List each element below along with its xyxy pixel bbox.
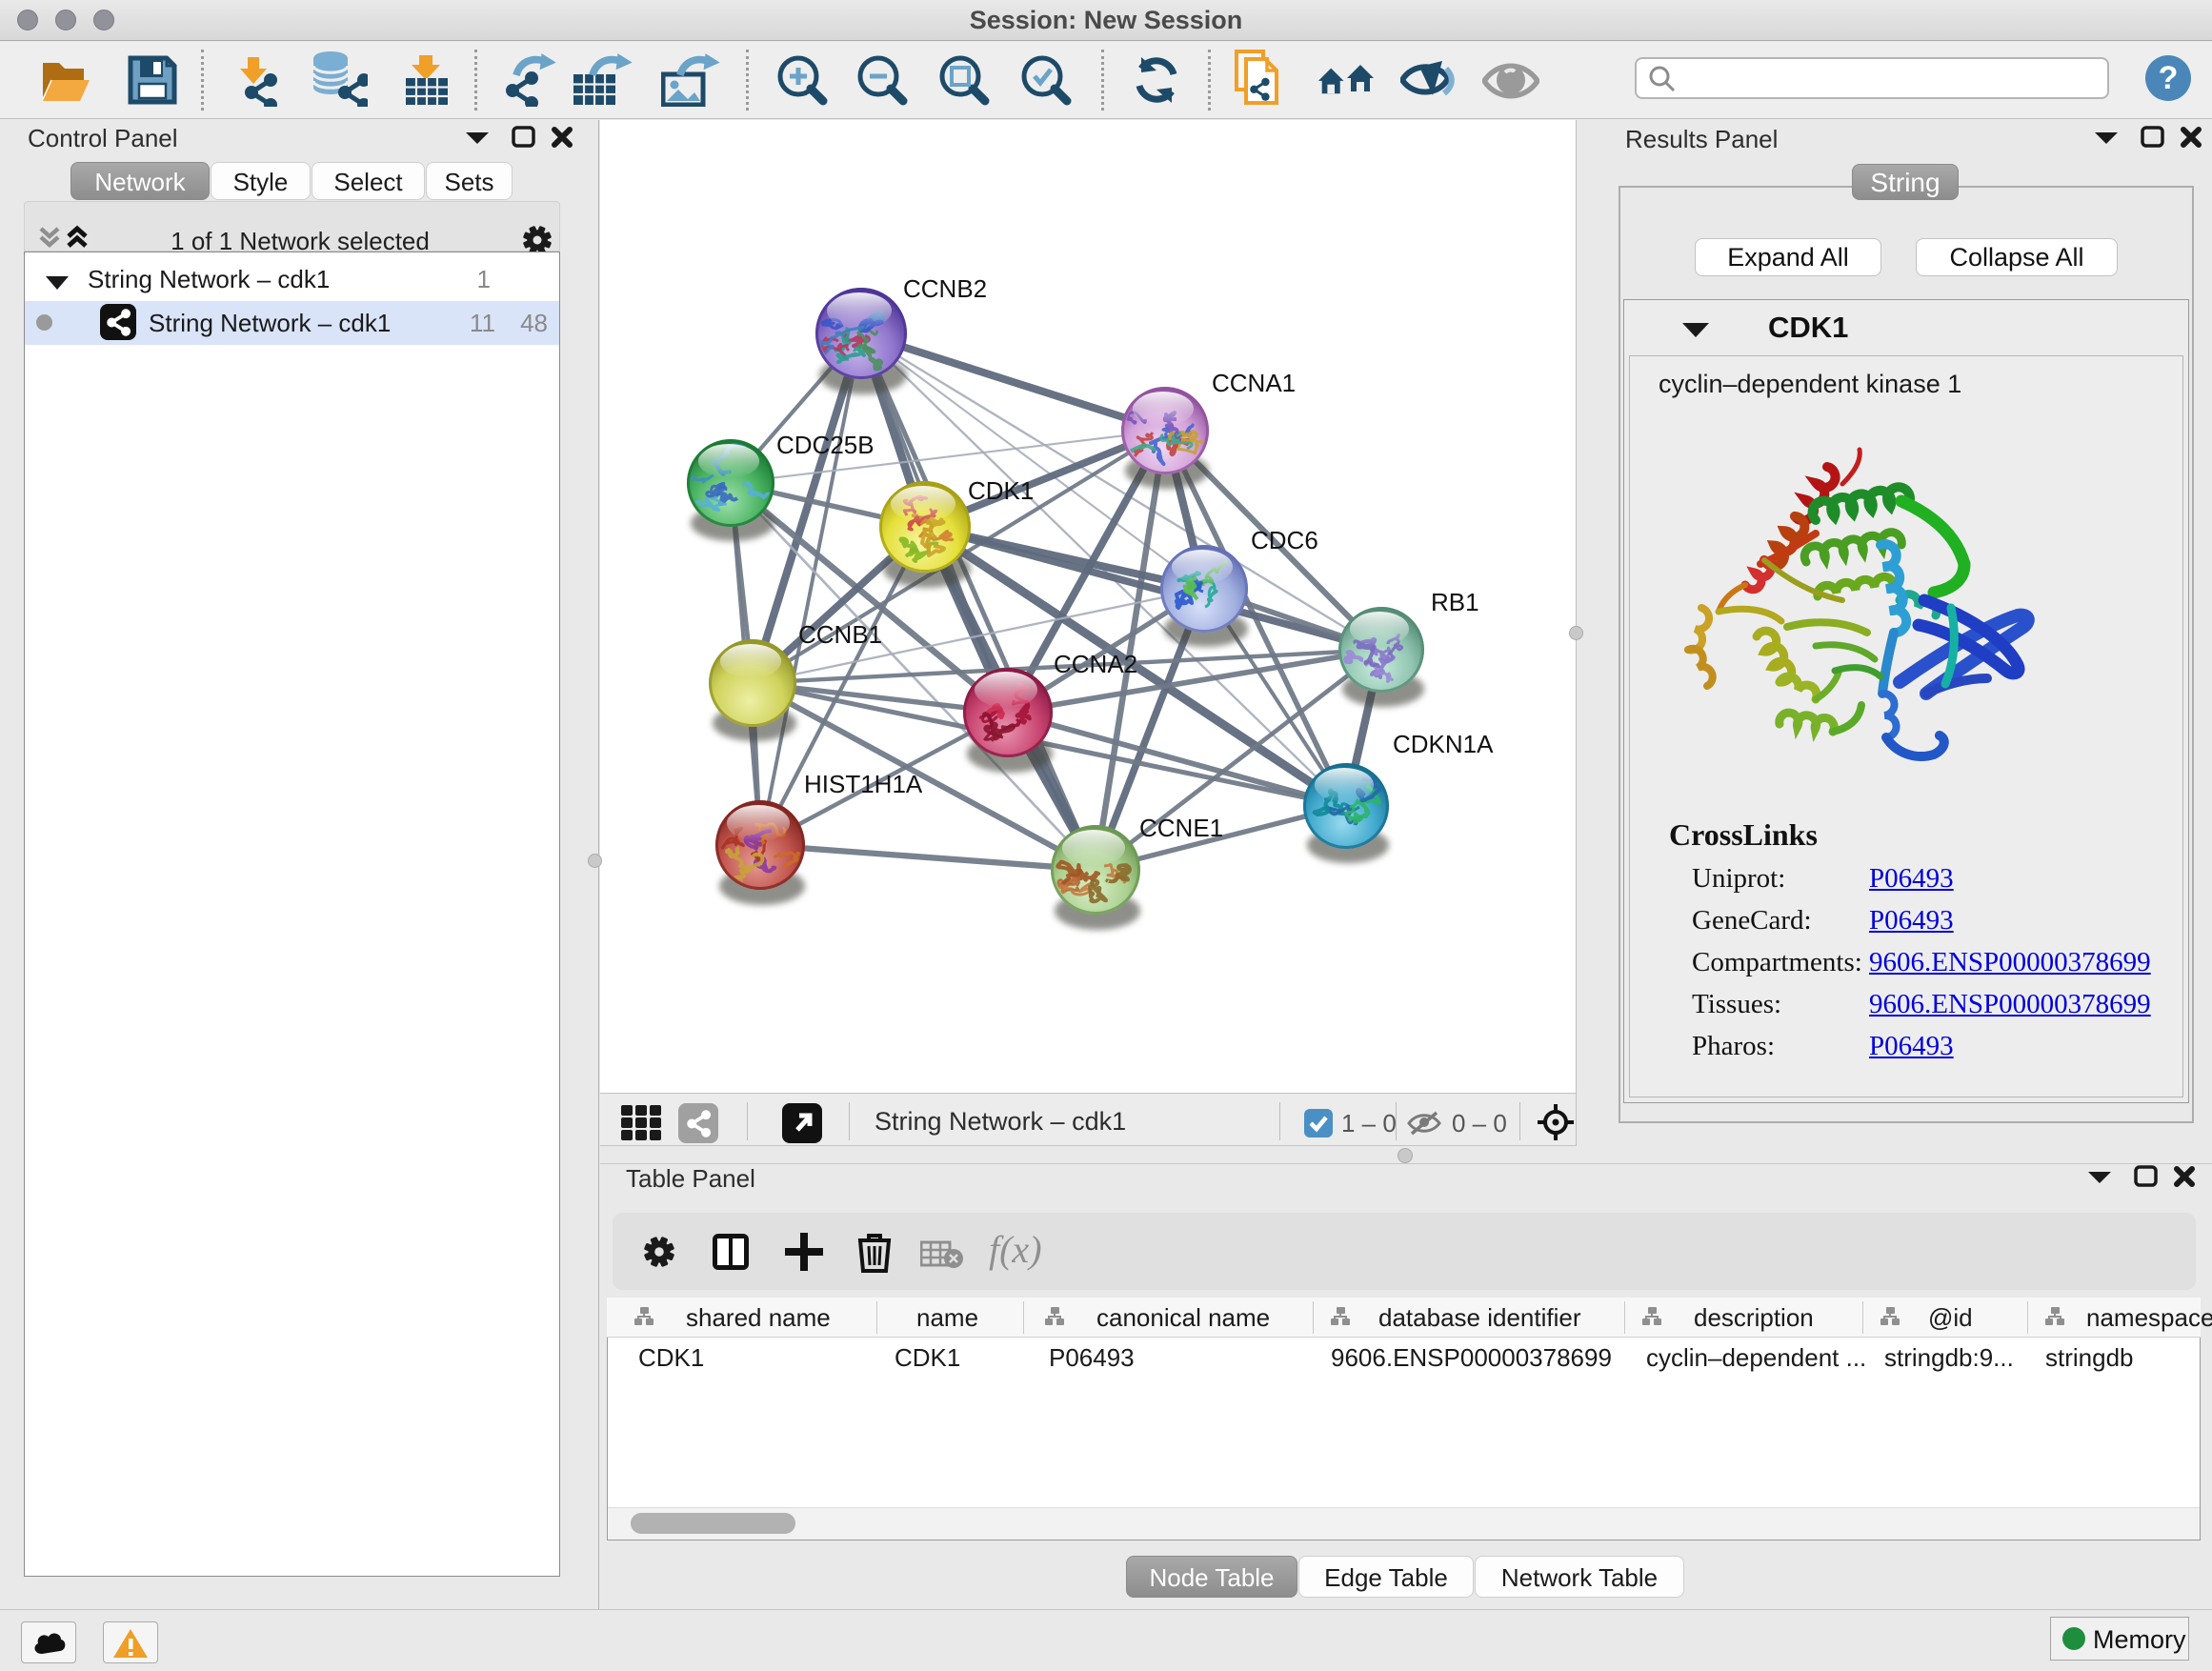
svg-text:CDC6: CDC6 bbox=[1251, 526, 1318, 554]
svg-text:CCNB1: CCNB1 bbox=[798, 620, 882, 649]
svg-text:CCNB2: CCNB2 bbox=[903, 274, 987, 303]
svg-text:CCNA2: CCNA2 bbox=[1054, 650, 1137, 678]
svg-text:CDC25B: CDC25B bbox=[776, 431, 875, 459]
svg-text:CDKN1A: CDKN1A bbox=[1393, 730, 1494, 758]
svg-text:RB1: RB1 bbox=[1431, 588, 1479, 616]
svg-text:CCNA1: CCNA1 bbox=[1212, 369, 1296, 397]
svg-text:CCNE1: CCNE1 bbox=[1139, 814, 1223, 842]
svg-text:HIST1H1A: HIST1H1A bbox=[804, 770, 923, 798]
svg-text:CDK1: CDK1 bbox=[968, 476, 1034, 505]
